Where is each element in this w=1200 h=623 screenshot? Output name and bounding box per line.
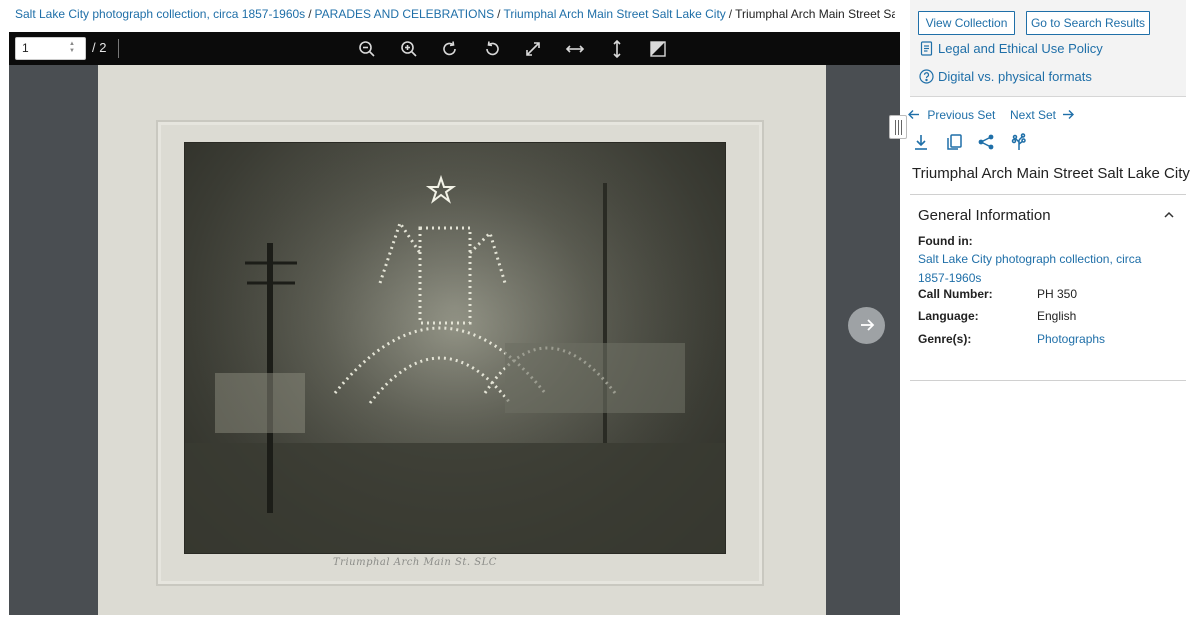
page-stepper-icon[interactable]: ▲ ▼ <box>68 41 76 56</box>
divider <box>910 380 1186 381</box>
language-value: English <box>1037 309 1077 323</box>
found-in-label: Found in: <box>918 234 973 248</box>
share-icon[interactable] <box>977 133 995 151</box>
breadcrumb-separator: / <box>497 7 501 21</box>
fullscreen-icon[interactable] <box>523 39 543 59</box>
formats-link[interactable]: Digital vs. physical formats <box>919 69 1092 84</box>
previous-set-label: Previous Set <box>927 108 996 122</box>
call-number-label: Call Number: <box>918 287 993 301</box>
item-title: Triumphal Arch Main Street Salt Lake Cit… <box>912 165 1190 182</box>
sidebar-actions-panel: View Collection Go to Search Results Leg… <box>910 0 1186 97</box>
zoom-in-icon[interactable] <box>399 39 419 59</box>
arrow-right-icon <box>860 319 874 331</box>
help-circle-icon <box>919 69 934 84</box>
divider <box>910 194 1186 195</box>
fit-height-icon[interactable] <box>607 39 627 59</box>
arrow-left-icon <box>908 110 919 119</box>
legal-policy-label: Legal and Ethical Use Policy <box>938 41 1103 56</box>
page-total: / 2 <box>92 40 107 55</box>
fit-width-icon[interactable] <box>565 39 585 59</box>
breadcrumb-separator: / <box>728 7 733 21</box>
document-icon <box>920 41 933 56</box>
rotate-left-icon[interactable] <box>482 39 502 59</box>
view-collection-button[interactable]: View Collection <box>918 11 1015 35</box>
photo-mount[interactable]: Triumphal Arch Main St. SLC <box>98 65 826 615</box>
breadcrumb-separator: / <box>308 7 312 21</box>
legal-policy-link[interactable]: Legal and Ethical Use Policy <box>919 41 1103 56</box>
download-icon[interactable] <box>912 133 930 151</box>
found-in-link[interactable]: Salt Lake City photograph collection, ci… <box>918 250 1148 288</box>
genre-label: Genre(s): <box>918 332 972 346</box>
tree-icon[interactable] <box>1010 133 1028 151</box>
panel-resize-handle[interactable] <box>889 115 907 139</box>
previous-set-link[interactable]: Previous Set <box>907 108 995 122</box>
arrow-right-icon <box>1063 110 1075 119</box>
next-set-link[interactable]: Next Set <box>1010 108 1075 122</box>
breadcrumb-link-collection[interactable]: Salt Lake City photograph collection, ci… <box>15 7 305 21</box>
breadcrumb-link-item[interactable]: Triumphal Arch Main Street Salt Lake Cit… <box>503 7 725 21</box>
zoom-out-icon[interactable] <box>357 39 377 59</box>
next-set-label: Next Set <box>1010 108 1057 122</box>
rotate-right-icon[interactable] <box>440 39 460 59</box>
breadcrumb-link-parades[interactable]: PARADES AND CELEBRATIONS <box>315 7 495 21</box>
genre-link[interactable]: Photographs <box>1037 332 1105 346</box>
photograph <box>184 142 726 554</box>
chevron-up-icon[interactable] <box>1162 208 1176 222</box>
image-viewer: 1 ▲ ▼ / 2 Triumphal Arch Main St. SLC <box>9 32 900 615</box>
invert-colors-icon[interactable] <box>648 39 668 59</box>
general-information-heading[interactable]: General Information <box>918 207 1051 224</box>
search-results-button[interactable]: Go to Search Results <box>1026 11 1150 35</box>
night-street-scene <box>185 143 725 553</box>
viewer-toolbar: 1 ▲ ▼ / 2 <box>9 32 900 65</box>
handwritten-caption: Triumphal Arch Main St. SLC <box>333 557 497 568</box>
call-number-value: PH 350 <box>1037 287 1078 301</box>
breadcrumb: Salt Lake City photograph collection, ci… <box>15 6 895 22</box>
breadcrumb-current: Triumphal Arch Main Street Salt Lake Cit… <box>735 7 895 21</box>
formats-label: Digital vs. physical formats <box>938 69 1092 84</box>
next-page-button[interactable] <box>848 307 885 344</box>
toolbar-divider <box>118 39 119 58</box>
copy-icon[interactable] <box>945 133 963 151</box>
language-label: Language: <box>918 309 979 323</box>
item-sidebar: View Collection Go to Search Results Leg… <box>907 0 1190 623</box>
